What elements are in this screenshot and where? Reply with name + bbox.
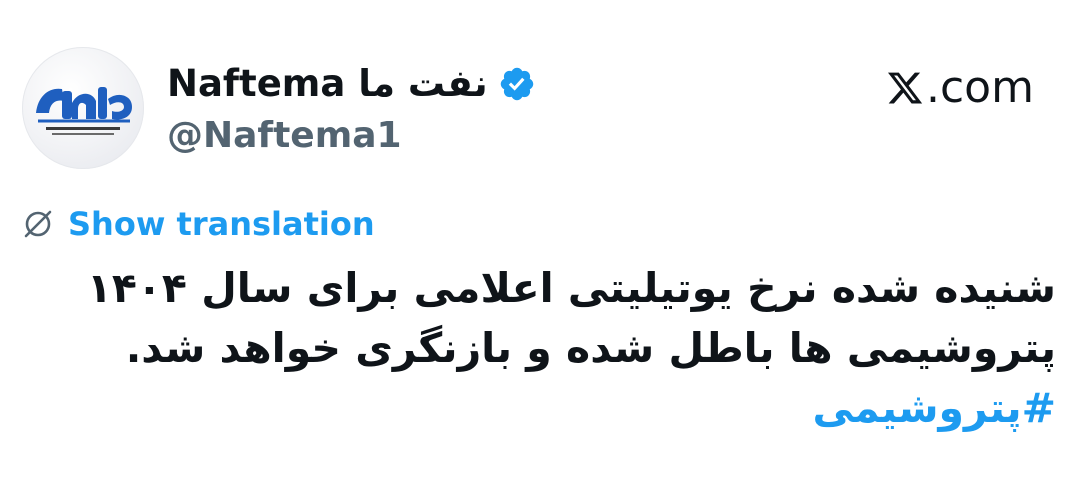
avatar[interactable] bbox=[22, 47, 144, 169]
tweet-line: پتروشیمی ها باطل شده و بازنگری خواهد شد. bbox=[125, 324, 1056, 372]
x-logo-icon bbox=[887, 72, 923, 104]
brand-domain: .com bbox=[926, 62, 1034, 113]
hashtag-link[interactable]: #پتروشیمی bbox=[56, 378, 1057, 438]
tweet-line: شنیده شده نرخ یوتیلیتی اعلامی برای سال ۱… bbox=[86, 264, 1056, 312]
author-display-name[interactable]: Naftema نفت ما bbox=[167, 60, 536, 108]
x-brand[interactable]: .com bbox=[886, 62, 1034, 114]
tweet-card: Naftema نفت ما @Naftema1 .com Show trans… bbox=[0, 0, 1080, 488]
author-name-text[interactable]: Naftema نفت ما bbox=[167, 60, 488, 108]
tweet-text: شنیده شده نرخ یوتیلیتی اعلامی برای سال ۱… bbox=[56, 258, 1056, 438]
author-handle[interactable]: @Naftema1 bbox=[167, 113, 402, 159]
naftema-logo-icon bbox=[36, 87, 132, 135]
show-translation-link[interactable]: Show translation bbox=[22, 204, 375, 244]
show-translation-label[interactable]: Show translation bbox=[68, 204, 375, 244]
globe-strike-icon bbox=[24, 210, 52, 238]
verified-badge-icon bbox=[500, 67, 533, 101]
